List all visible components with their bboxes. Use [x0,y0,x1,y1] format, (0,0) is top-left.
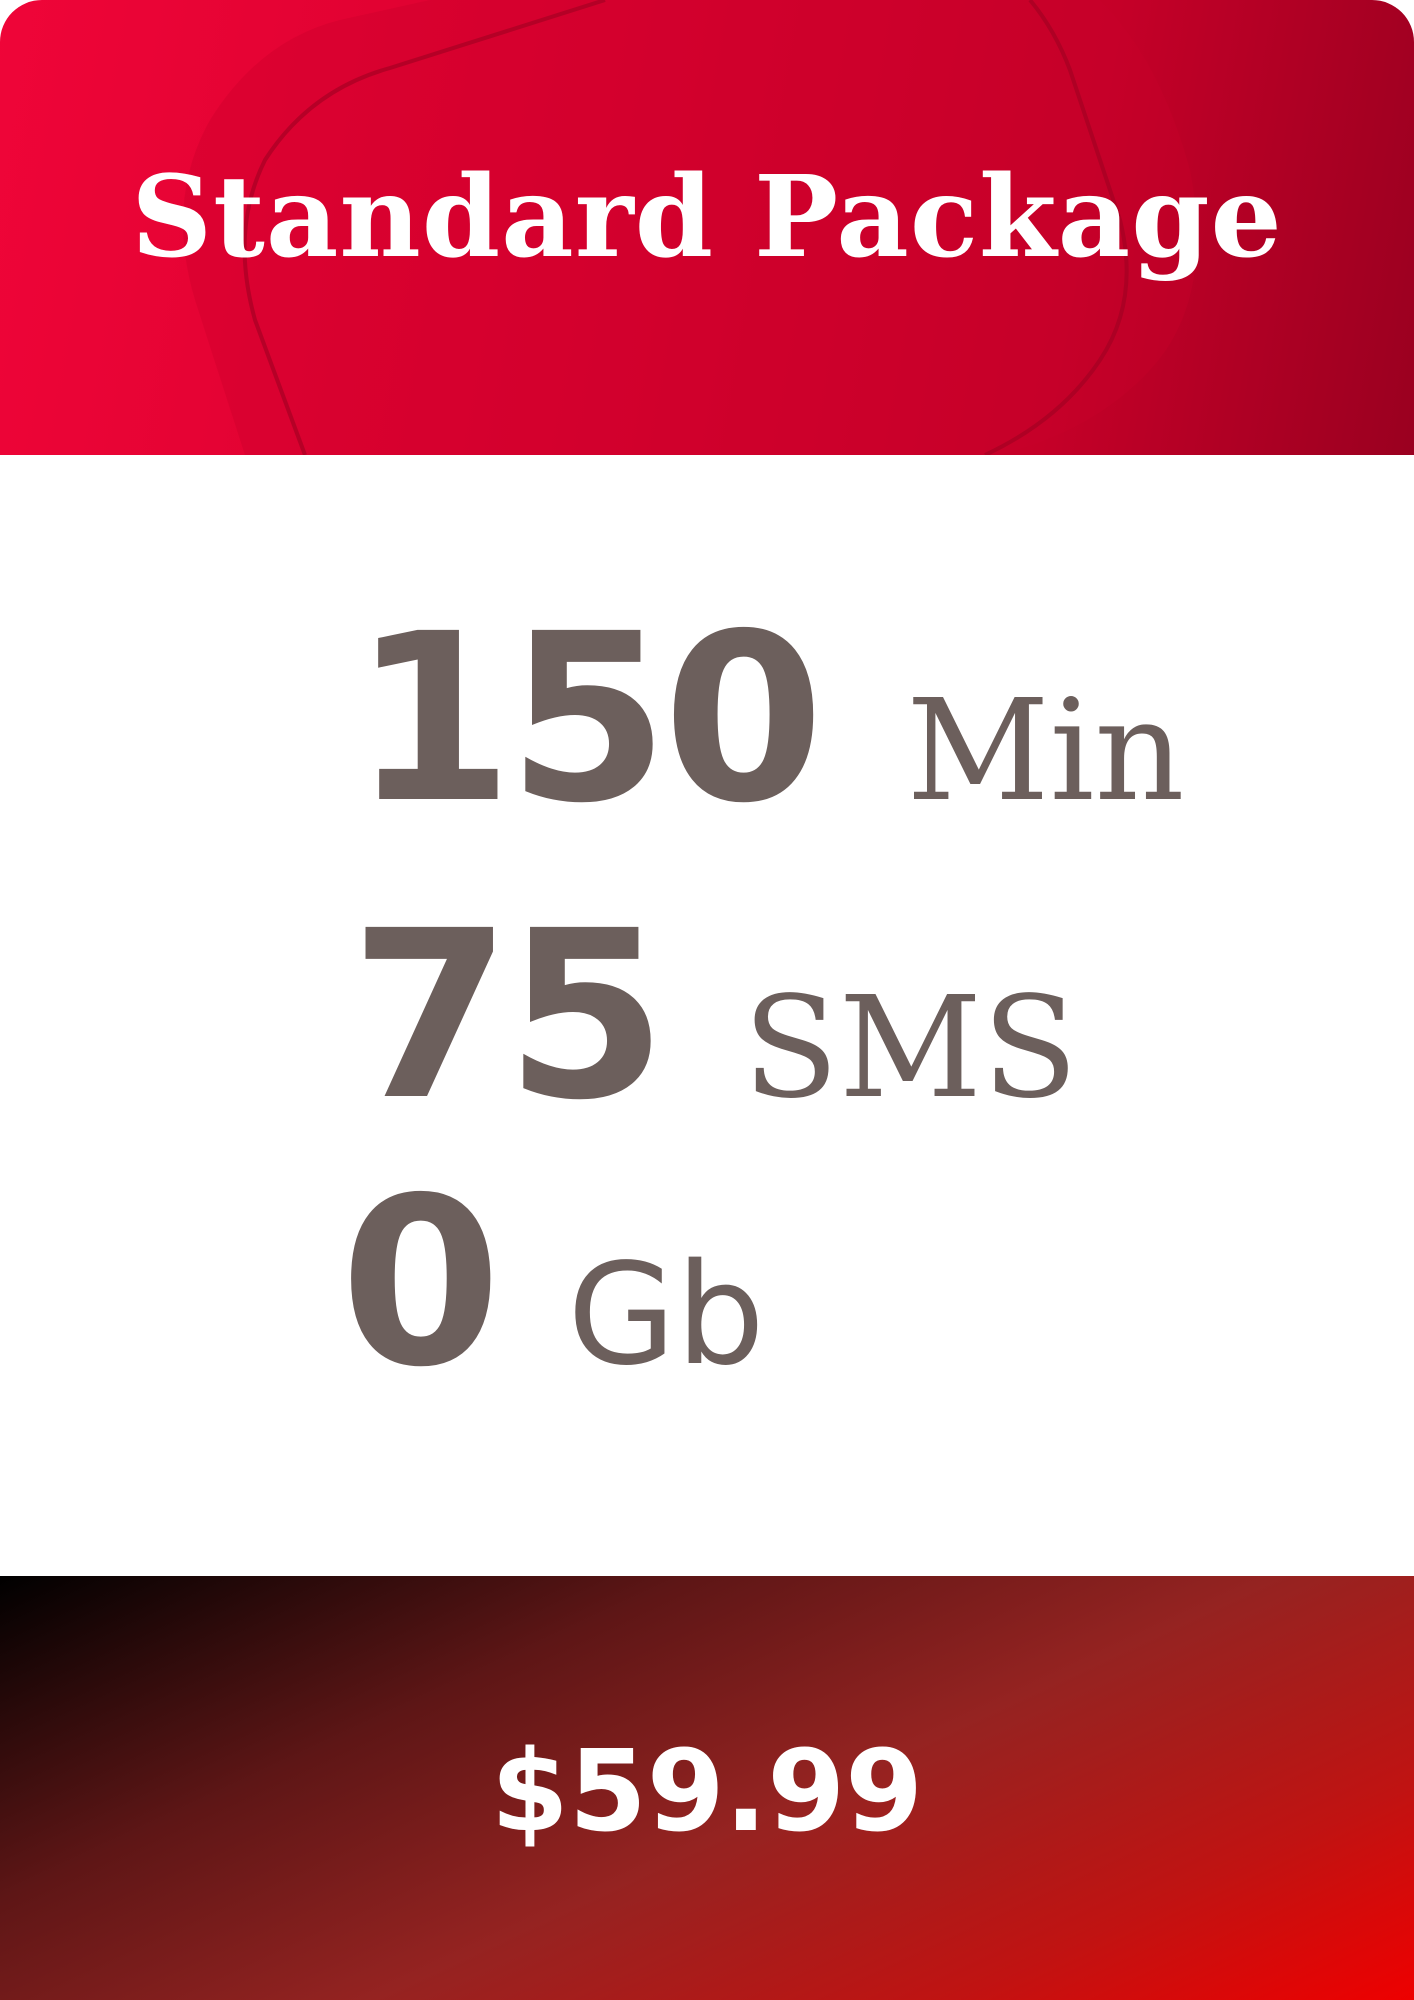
data-value: 0 [340,1148,501,1418]
minutes-unit: Min [906,670,1185,833]
sms-unit: SMS [742,967,1079,1130]
package-title: Standard Package [131,152,1283,283]
sms-value: 75 [350,881,667,1151]
package-card: Standard Package 150 Min 75 SMS 0 Gb $59… [0,0,1414,2000]
data-unit: Gb [567,1234,765,1397]
feature-sms: 75 SMS [350,900,1078,1132]
package-features: 150 Min 75 SMS 0 Gb [0,455,1414,1576]
package-price: $59.99 [490,1727,924,1857]
package-header: Standard Package [0,0,1414,455]
feature-minutes: 150 Min [352,603,1185,835]
feature-data: 0 Gb [340,1167,765,1399]
minutes-value: 150 [352,584,824,854]
price-footer: $59.99 [0,1576,1414,2000]
